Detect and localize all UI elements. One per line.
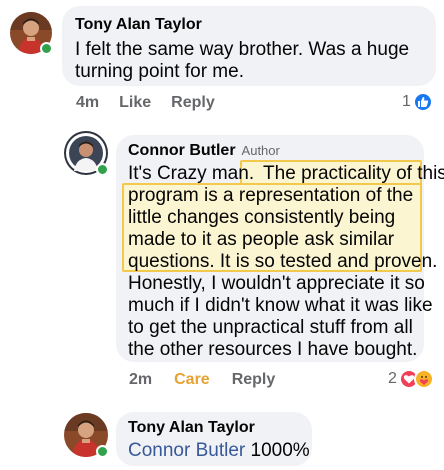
reply-button[interactable]: Reply [232,371,276,389]
comment-text-line: It's Crazy man. The practicality of this [128,163,444,185]
text-plain: It's Crazy man. [128,163,255,184]
reaction-summary[interactable]: 1 [402,92,433,112]
reaction-summary[interactable]: 2 [388,369,434,389]
comment-author[interactable]: Tony Alan Taylor [128,419,255,437]
comment-text-line: turning point for me. [75,61,244,82]
comment-bubble: Tony Alan Taylor Connor Butler 1000% [116,412,312,466]
reaction-count: 1 [402,93,411,110]
like-button[interactable]: Like [119,94,151,112]
text-highlighted: program is a representation of the [128,185,414,206]
comment-bubble: Connor Butler Author It's Crazy man. The … [116,135,444,362]
comment-text-line: the other resources I have bought. [128,339,418,360]
timestamp[interactable]: 2m [129,371,152,389]
reply-button[interactable]: Reply [171,94,215,112]
care-icon [413,369,434,389]
author-badge: Author [241,143,280,158]
online-status-dot [96,445,109,458]
text-highlighted: questions. It is so tested and proven. [128,251,438,272]
comment-text: Connor Butler 1000% [128,440,310,462]
comment-text-line: 1000% [250,440,310,461]
comment-author-name[interactable]: Connor Butler [128,142,236,159]
online-status-dot [96,163,109,176]
comment-actions: 2m Care Reply [129,371,275,389]
mention-link[interactable]: Connor Butler [128,440,245,461]
comment-text: It's Crazy man. The practicality of this… [128,163,444,361]
comment-text-line: Honestly, I wouldn't appreciate it so [128,273,425,294]
comment-text: I felt the same way brother. Was a huge … [75,39,409,83]
comment-author: Connor Butler Author [128,142,280,160]
avatar-tony[interactable] [10,12,53,55]
online-status-dot [40,42,53,55]
comment-actions: 4m Like Reply [76,94,215,112]
comment-author[interactable]: Tony Alan Taylor [75,16,202,34]
comment-text-line: I felt the same way brother. Was a huge [75,39,410,60]
avatar-connor[interactable] [64,131,109,176]
reaction-count: 2 [388,370,397,387]
care-button[interactable]: Care [174,371,210,389]
like-icon [412,92,433,112]
text-highlighted: little changes consistently being [128,207,396,228]
comment-bubble: Tony Alan Taylor I felt the same way bro… [62,6,436,86]
text-highlighted: made to it as people ask similar [128,229,395,250]
comment-text-line: to get the unpractical stuff from all [128,317,413,338]
comment-text-line: much if I didn't know what it was like [128,295,433,316]
text-highlighted: The practicality of this [263,163,444,184]
avatar-tony[interactable] [64,413,109,458]
timestamp[interactable]: 4m [76,94,99,112]
